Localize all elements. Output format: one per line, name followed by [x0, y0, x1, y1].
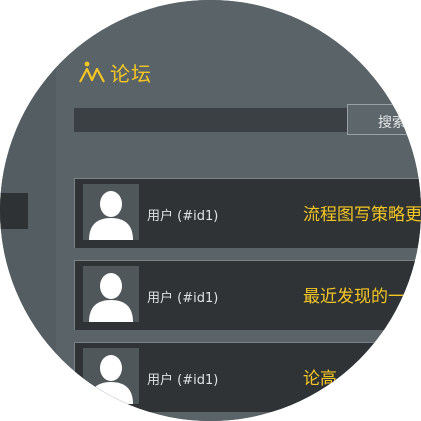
sidebar-selected-item[interactable]	[0, 193, 28, 229]
avatar	[83, 266, 139, 322]
post-title[interactable]: 流程图写策略更	[303, 200, 421, 225]
search-input[interactable]	[74, 108, 354, 132]
avatar	[83, 184, 139, 240]
page-header: 论坛	[56, 52, 421, 94]
forum-logo-icon	[79, 61, 105, 83]
post-title[interactable]: 最近发现的一	[303, 282, 405, 307]
post-item[interactable]: 用户 (#id1) 最近发现的一	[74, 260, 421, 330]
page-title: 论坛	[110, 62, 152, 86]
user-avatar-icon	[89, 273, 133, 322]
avatar	[83, 348, 139, 404]
search-button[interactable]: 搜索	[347, 104, 421, 135]
post-author[interactable]: 用户 (#id1)	[147, 205, 218, 224]
post-item[interactable]: 用户 (#id1) 论高	[74, 342, 421, 412]
app-viewport: 论坛 搜索 用户 (#id1) 流程图写策略更 用户 (#id1) 最近发现的一	[0, 0, 421, 421]
post-item[interactable]: 用户 (#id1) 流程图写策略更	[74, 178, 421, 248]
left-sidebar	[0, 0, 56, 421]
post-author[interactable]: 用户 (#id1)	[147, 287, 218, 306]
post-title[interactable]: 论高	[303, 364, 337, 389]
post-author[interactable]: 用户 (#id1)	[147, 369, 218, 388]
user-avatar-icon	[89, 191, 133, 240]
user-avatar-icon	[89, 355, 133, 404]
